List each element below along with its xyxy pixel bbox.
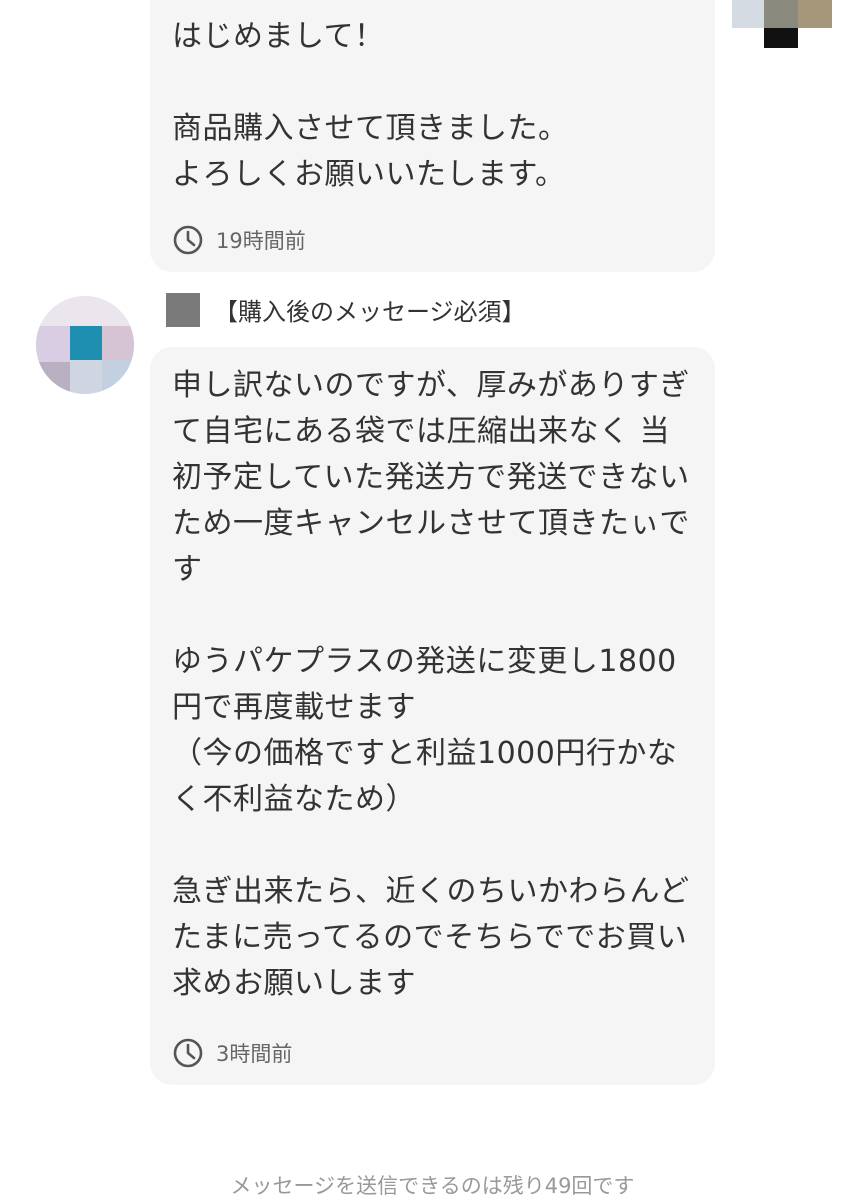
message-text: はじめまして！ 商品購入させて頂きました。 よろしくお願いいたします。 (172, 19, 569, 192)
own-user-avatar[interactable] (732, 0, 832, 48)
sender-thumbnail (166, 292, 200, 327)
user-avatar[interactable] (36, 296, 134, 394)
message-timestamp: 3時間前 (172, 1037, 292, 1069)
message-timestamp: 19時間前 (172, 224, 306, 256)
message-bubble: はじめまして！ 商品購入させて頂きました。 よろしくお願いいたします。 19時間… (150, 0, 715, 272)
clock-icon (173, 225, 203, 255)
message-text: 申し訳ないのですが、厚みがありすぎ て自宅にある袋では圧縮出来なく 当 初予定し… (172, 368, 690, 1001)
timestamp-text: 19時間前 (216, 229, 306, 253)
remaining-messages-notice: メッセージを送信できるのは残り49回です (230, 1174, 635, 1198)
timestamp-text: 3時間前 (216, 1042, 293, 1066)
clock-icon (173, 1038, 203, 1068)
message-bubble: 申し訳ないのですが、厚みがありすぎ て自宅にある袋では圧縮出来なく 当 初予定し… (150, 347, 715, 1085)
sender-name: 【購入後のメッセージ必須】 (214, 298, 526, 326)
sender-label: 【購入後のメッセージ必須】 (166, 292, 526, 327)
